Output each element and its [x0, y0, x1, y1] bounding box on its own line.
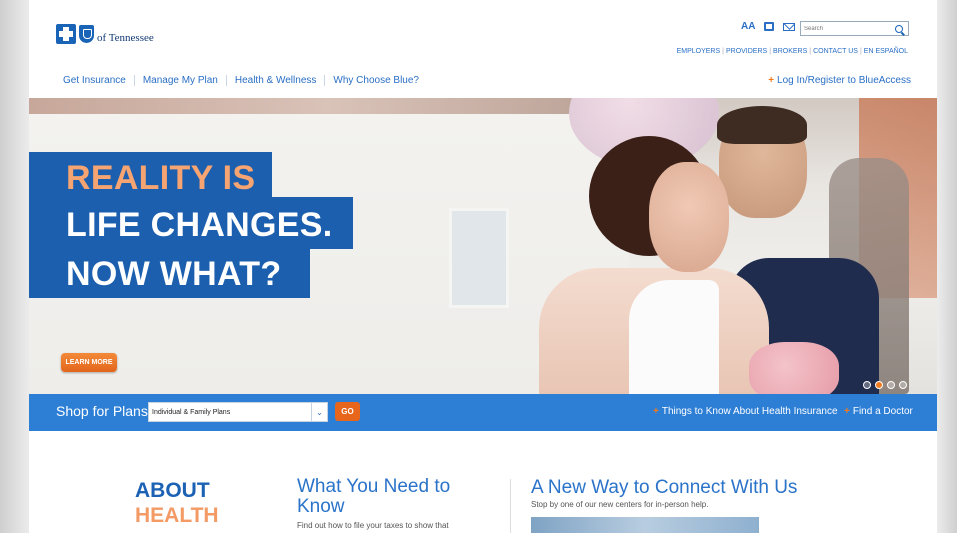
search-box [800, 21, 909, 36]
connect-title[interactable]: A New Way to Connect With Us [531, 477, 797, 499]
carousel-dot-2[interactable] [875, 381, 883, 389]
search-input[interactable] [801, 22, 893, 35]
blue-cross-icon [56, 24, 76, 44]
learn-more-button[interactable]: LEARN MORE [61, 353, 117, 372]
print-icon[interactable] [764, 22, 775, 31]
hero-banner: REALITY IS LIFE CHANGES. NOW WHAT? LEARN… [29, 98, 937, 394]
headline-line-1: REALITY IS [66, 159, 256, 197]
link-brokers[interactable]: BROKERS [773, 48, 807, 55]
separator: | [859, 48, 862, 55]
login-link[interactable]: + Log In/Register to BlueAccess [768, 75, 911, 86]
web-page: of Tennessee AA EMPLOYERS | PROVIDERS | … [29, 0, 937, 533]
utility-links: EMPLOYERS | PROVIDERS | BROKERS | CONTAC… [677, 48, 908, 55]
bcbst-logo[interactable]: of Tennessee [56, 24, 154, 44]
groom-hair [717, 106, 807, 144]
shop-for-plans-bar: Shop for Plans Individual & Family Plans… [29, 394, 937, 431]
link-contact-us[interactable]: CONTACT US [813, 48, 858, 55]
headline-line-2-box: LIFE CHANGES. [29, 197, 353, 249]
search-icon[interactable] [895, 24, 903, 33]
hero-background-roof [29, 98, 629, 114]
plan-type-select[interactable]: Individual & Family Plans ⌄ [148, 402, 328, 422]
bride-face [649, 162, 729, 272]
carousel-dot-1[interactable] [863, 381, 871, 389]
headline-line-1-box: REALITY IS [29, 152, 272, 197]
what-you-need-text: Find out how to file your taxes to show … [297, 521, 449, 530]
main-nav: Get Insurance Manage My Plan Health & We… [55, 75, 427, 86]
plus-icon: + [768, 75, 775, 86]
text-size-icon[interactable]: AA [741, 21, 755, 32]
bride-dress [629, 280, 719, 394]
plus-icon: + [653, 406, 659, 417]
about-health-heading: ABOUT HEALTH [135, 478, 219, 528]
hero-background-window [449, 208, 509, 308]
link-espanol[interactable]: EN ESPAÑOL [864, 48, 908, 55]
connect-text: Stop by one of our new centers for in-pe… [531, 500, 709, 509]
shop-title: Shop for Plans [56, 403, 148, 419]
carousel-dot-4[interactable] [899, 381, 907, 389]
what-you-need-title[interactable]: What You Need to Know [297, 477, 497, 517]
separator: | [769, 48, 772, 55]
email-icon[interactable] [783, 22, 796, 31]
separator: | [809, 48, 812, 55]
blue-shield-icon [79, 25, 94, 43]
chevron-down-icon[interactable]: ⌄ [311, 403, 327, 421]
headline-line-3: NOW WHAT? [66, 255, 282, 293]
connect-photo [531, 517, 759, 533]
carousel-dots [863, 381, 907, 389]
carousel-dot-3[interactable] [887, 381, 895, 389]
find-a-doctor-link[interactable]: + Find a Doctor [844, 406, 913, 417]
about-line-2: HEALTH [135, 504, 219, 527]
plan-select-value: Individual & Family Plans [152, 408, 231, 416]
content-section: ABOUT HEALTH What You Need to Know Find … [29, 431, 937, 533]
page-shadow-right [937, 0, 957, 533]
login-label: Log In/Register to BlueAccess [777, 75, 911, 86]
things-to-know-label: Things to Know About Health Insurance [661, 406, 838, 417]
headline-line-2: LIFE CHANGES. [66, 206, 333, 244]
nav-health-wellness[interactable]: Health & Wellness [225, 75, 325, 86]
page-shadow-left [0, 0, 30, 533]
about-line-1: ABOUT [135, 479, 210, 502]
go-button[interactable]: GO [335, 402, 360, 421]
nav-get-insurance[interactable]: Get Insurance [55, 75, 134, 86]
plus-icon: + [844, 406, 850, 417]
nav-manage-my-plan[interactable]: Manage My Plan [133, 75, 226, 86]
find-a-doctor-label: Find a Doctor [852, 406, 913, 417]
utility-icons: AA [741, 21, 796, 32]
column-divider [510, 479, 511, 533]
separator: | [722, 48, 724, 55]
headline-line-3-box: NOW WHAT? [29, 249, 310, 298]
nav-why-choose-blue[interactable]: Why Choose Blue? [324, 75, 427, 86]
link-providers[interactable]: PROVIDERS [726, 48, 767, 55]
things-to-know-link[interactable]: + Things to Know About Health Insurance [653, 406, 838, 417]
link-employers[interactable]: EMPLOYERS [677, 48, 721, 55]
bouquet [749, 342, 839, 394]
logo-text: of Tennessee [97, 32, 154, 44]
